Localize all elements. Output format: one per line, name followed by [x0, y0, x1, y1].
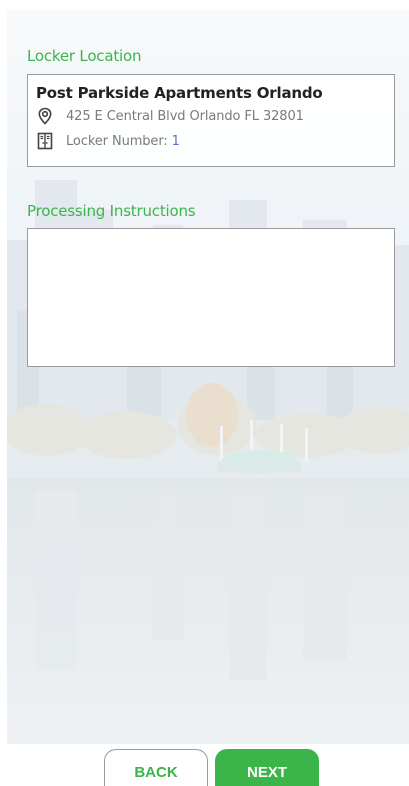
location-name: Post Parkside Apartments Orlando: [36, 84, 323, 102]
locker-number-value: 1: [171, 133, 180, 149]
locker-location-heading: Locker Location: [27, 47, 142, 65]
next-button[interactable]: NEXT: [215, 749, 319, 786]
locker-number-row: Locker Number: 1: [36, 132, 180, 150]
locker-location-card: Post Parkside Apartments Orlando 425 E C…: [27, 74, 395, 167]
processing-instructions-heading: Processing Instructions: [27, 202, 196, 220]
locker-number-label: Locker Number:: [66, 133, 168, 149]
processing-instructions-input[interactable]: [27, 228, 395, 367]
checkout-form: Locker Location Post Parkside Apartments…: [0, 0, 409, 786]
locker-icon: [36, 132, 54, 150]
app-screen: Locker Location Post Parkside Apartments…: [0, 0, 409, 786]
back-button[interactable]: BACK: [104, 749, 208, 786]
address-row: 425 E Central Blvd Orlando FL 32801: [36, 107, 304, 125]
map-pin-icon: [36, 107, 54, 125]
address-text: 425 E Central Blvd Orlando FL 32801: [66, 108, 304, 124]
footer-bar: BACK NEXT: [0, 744, 409, 786]
